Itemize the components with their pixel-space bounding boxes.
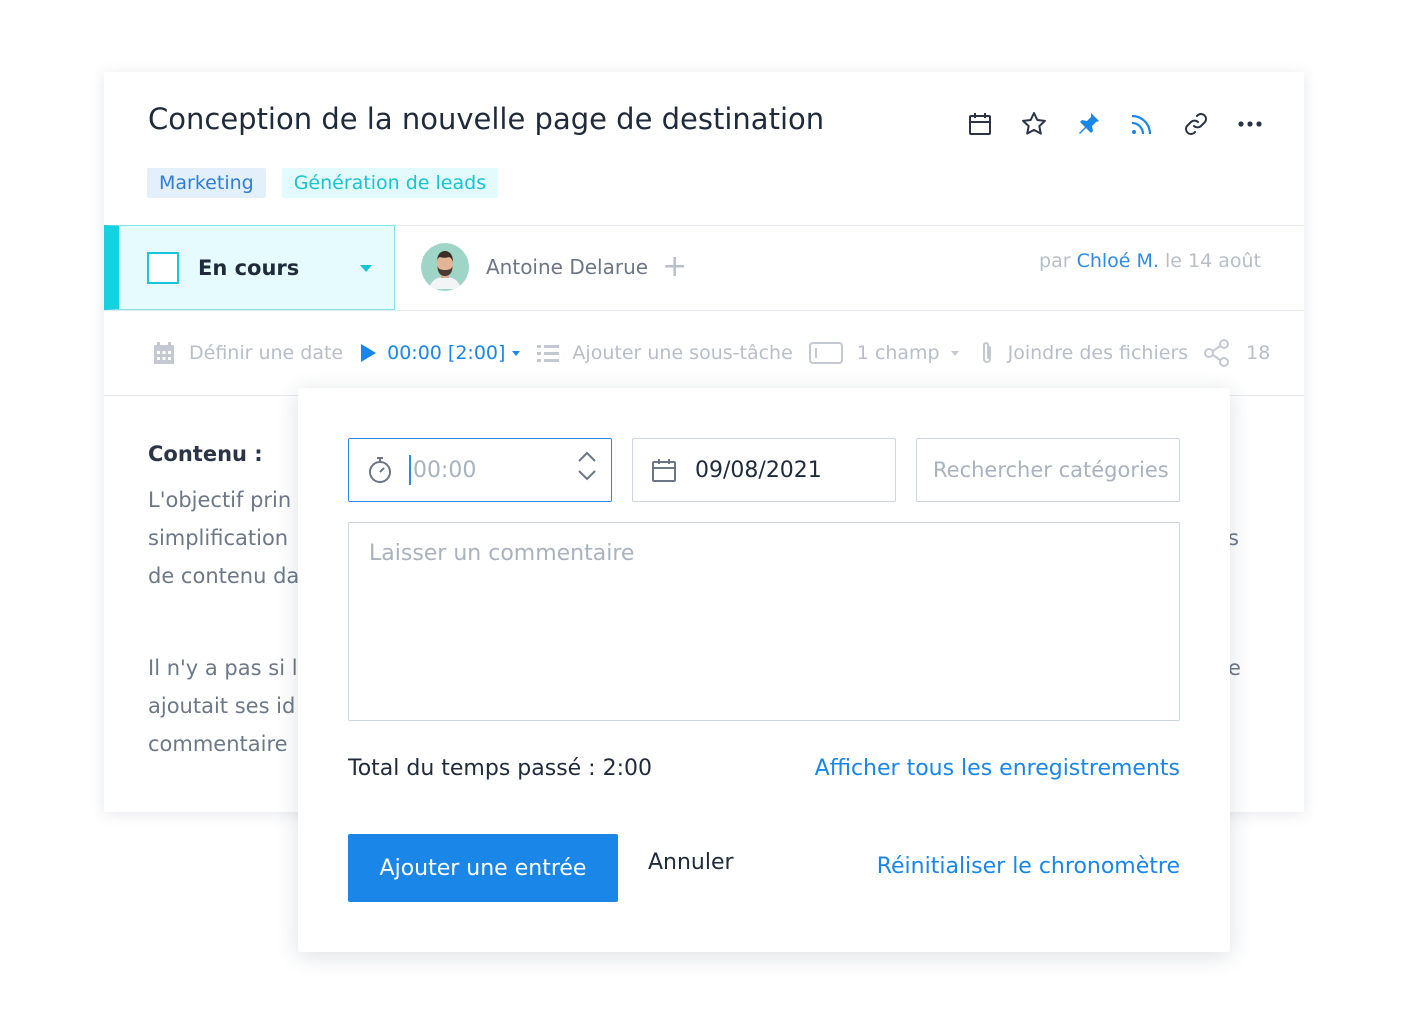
add-subtask-label: Ajouter une sous-tâche <box>572 342 793 364</box>
timer-button[interactable]: 00:00 [2:00] <box>359 342 521 364</box>
custom-field-label: 1 champ <box>856 342 940 364</box>
byline-date: le 14 août <box>1165 250 1261 272</box>
add-subtask-button[interactable]: Ajouter une sous-tâche <box>537 342 793 364</box>
share-icon <box>1204 339 1230 367</box>
star-icon[interactable] <box>1020 110 1048 138</box>
tag-marketing[interactable]: Marketing <box>147 168 266 198</box>
content-line: Il n'y a pas si l <box>148 656 298 680</box>
set-date-label: Définir une date <box>189 342 344 364</box>
list-icon <box>537 345 560 362</box>
time-input[interactable] <box>413 457 553 483</box>
rss-icon[interactable] <box>1128 110 1156 138</box>
calendar-icon[interactable] <box>966 110 994 138</box>
divider <box>104 310 1304 311</box>
total-time-label: Total du temps passé : 2:00 <box>348 756 652 781</box>
more-icon[interactable] <box>1236 110 1264 138</box>
content-line: simplification <box>148 526 289 550</box>
task-toolbar: Définir une date 00:00 [2:00] Ajouter un… <box>152 338 1270 368</box>
add-assignee-icon[interactable]: + <box>662 252 687 282</box>
content-line: ajoutait ses id <box>148 694 296 718</box>
task-title[interactable]: Conception de la nouvelle page de destin… <box>148 102 824 136</box>
byline-prefix: par <box>1039 250 1071 272</box>
time-stepper[interactable] <box>577 451 597 481</box>
date-field[interactable] <box>632 438 896 502</box>
play-icon <box>361 344 377 362</box>
pin-icon[interactable] <box>1074 110 1102 138</box>
custom-field-button[interactable]: 1 champ <box>808 341 960 365</box>
status-dropdown[interactable]: En cours <box>104 225 395 310</box>
caret-down-icon <box>360 265 372 272</box>
paperclip-icon <box>982 342 991 363</box>
share-count: 18 <box>1246 342 1271 364</box>
stopwatch-icon <box>369 457 391 483</box>
link-icon[interactable] <box>1182 110 1210 138</box>
attach-files-button[interactable]: Joindre des fichiers <box>980 340 1189 366</box>
timer-value: 00:00 [2:00] <box>387 342 506 364</box>
content-line: L'objectif prin <box>148 488 292 512</box>
chevron-down-icon[interactable] <box>577 469 597 481</box>
chevron-up-icon[interactable] <box>577 451 597 463</box>
assignee: Antoine Delarue + <box>421 243 687 291</box>
text-cursor <box>409 455 411 485</box>
status-label: En cours <box>198 255 300 280</box>
add-entry-button[interactable]: Ajouter une entrée <box>348 834 618 902</box>
status-checkbox[interactable] <box>147 251 179 284</box>
set-date-button[interactable]: Définir une date <box>152 341 343 365</box>
calendar-icon <box>652 459 676 482</box>
content-heading: Contenu : <box>148 442 263 466</box>
attach-files-label: Joindre des fichiers <box>1007 342 1189 364</box>
author-link[interactable]: Chloé M. <box>1077 250 1159 272</box>
content-line: de contenu da <box>148 564 300 588</box>
avatar[interactable] <box>421 243 469 291</box>
caret-down-icon <box>950 351 959 356</box>
reset-timer-link[interactable]: Réinitialiser le chronomètre <box>877 854 1180 879</box>
cancel-button[interactable]: Annuler <box>648 850 734 875</box>
time-field[interactable] <box>348 438 612 502</box>
date-input[interactable] <box>695 457 895 483</box>
content-line: commentaire <box>148 732 288 756</box>
caret-down-icon <box>512 351 521 356</box>
created-by: par Chloé M. le 14 août <box>1039 250 1261 272</box>
calendar-icon <box>154 342 174 364</box>
comment-textarea[interactable] <box>348 522 1180 721</box>
show-all-records-link[interactable]: Afficher tous les enregistrements <box>815 756 1180 781</box>
share-button[interactable]: 18 <box>1202 338 1270 368</box>
category-search-input[interactable] <box>933 458 1179 482</box>
field-icon <box>808 342 843 364</box>
tag-lead-generation[interactable]: Génération de leads <box>281 168 499 198</box>
task-actions <box>966 110 1264 138</box>
time-entry-popup: Total du temps passé : 2:00 Afficher tou… <box>298 388 1230 952</box>
assignee-name[interactable]: Antoine Delarue <box>486 255 648 279</box>
tag-list: Marketing Génération de leads <box>147 168 499 198</box>
category-search-field[interactable] <box>916 438 1180 502</box>
